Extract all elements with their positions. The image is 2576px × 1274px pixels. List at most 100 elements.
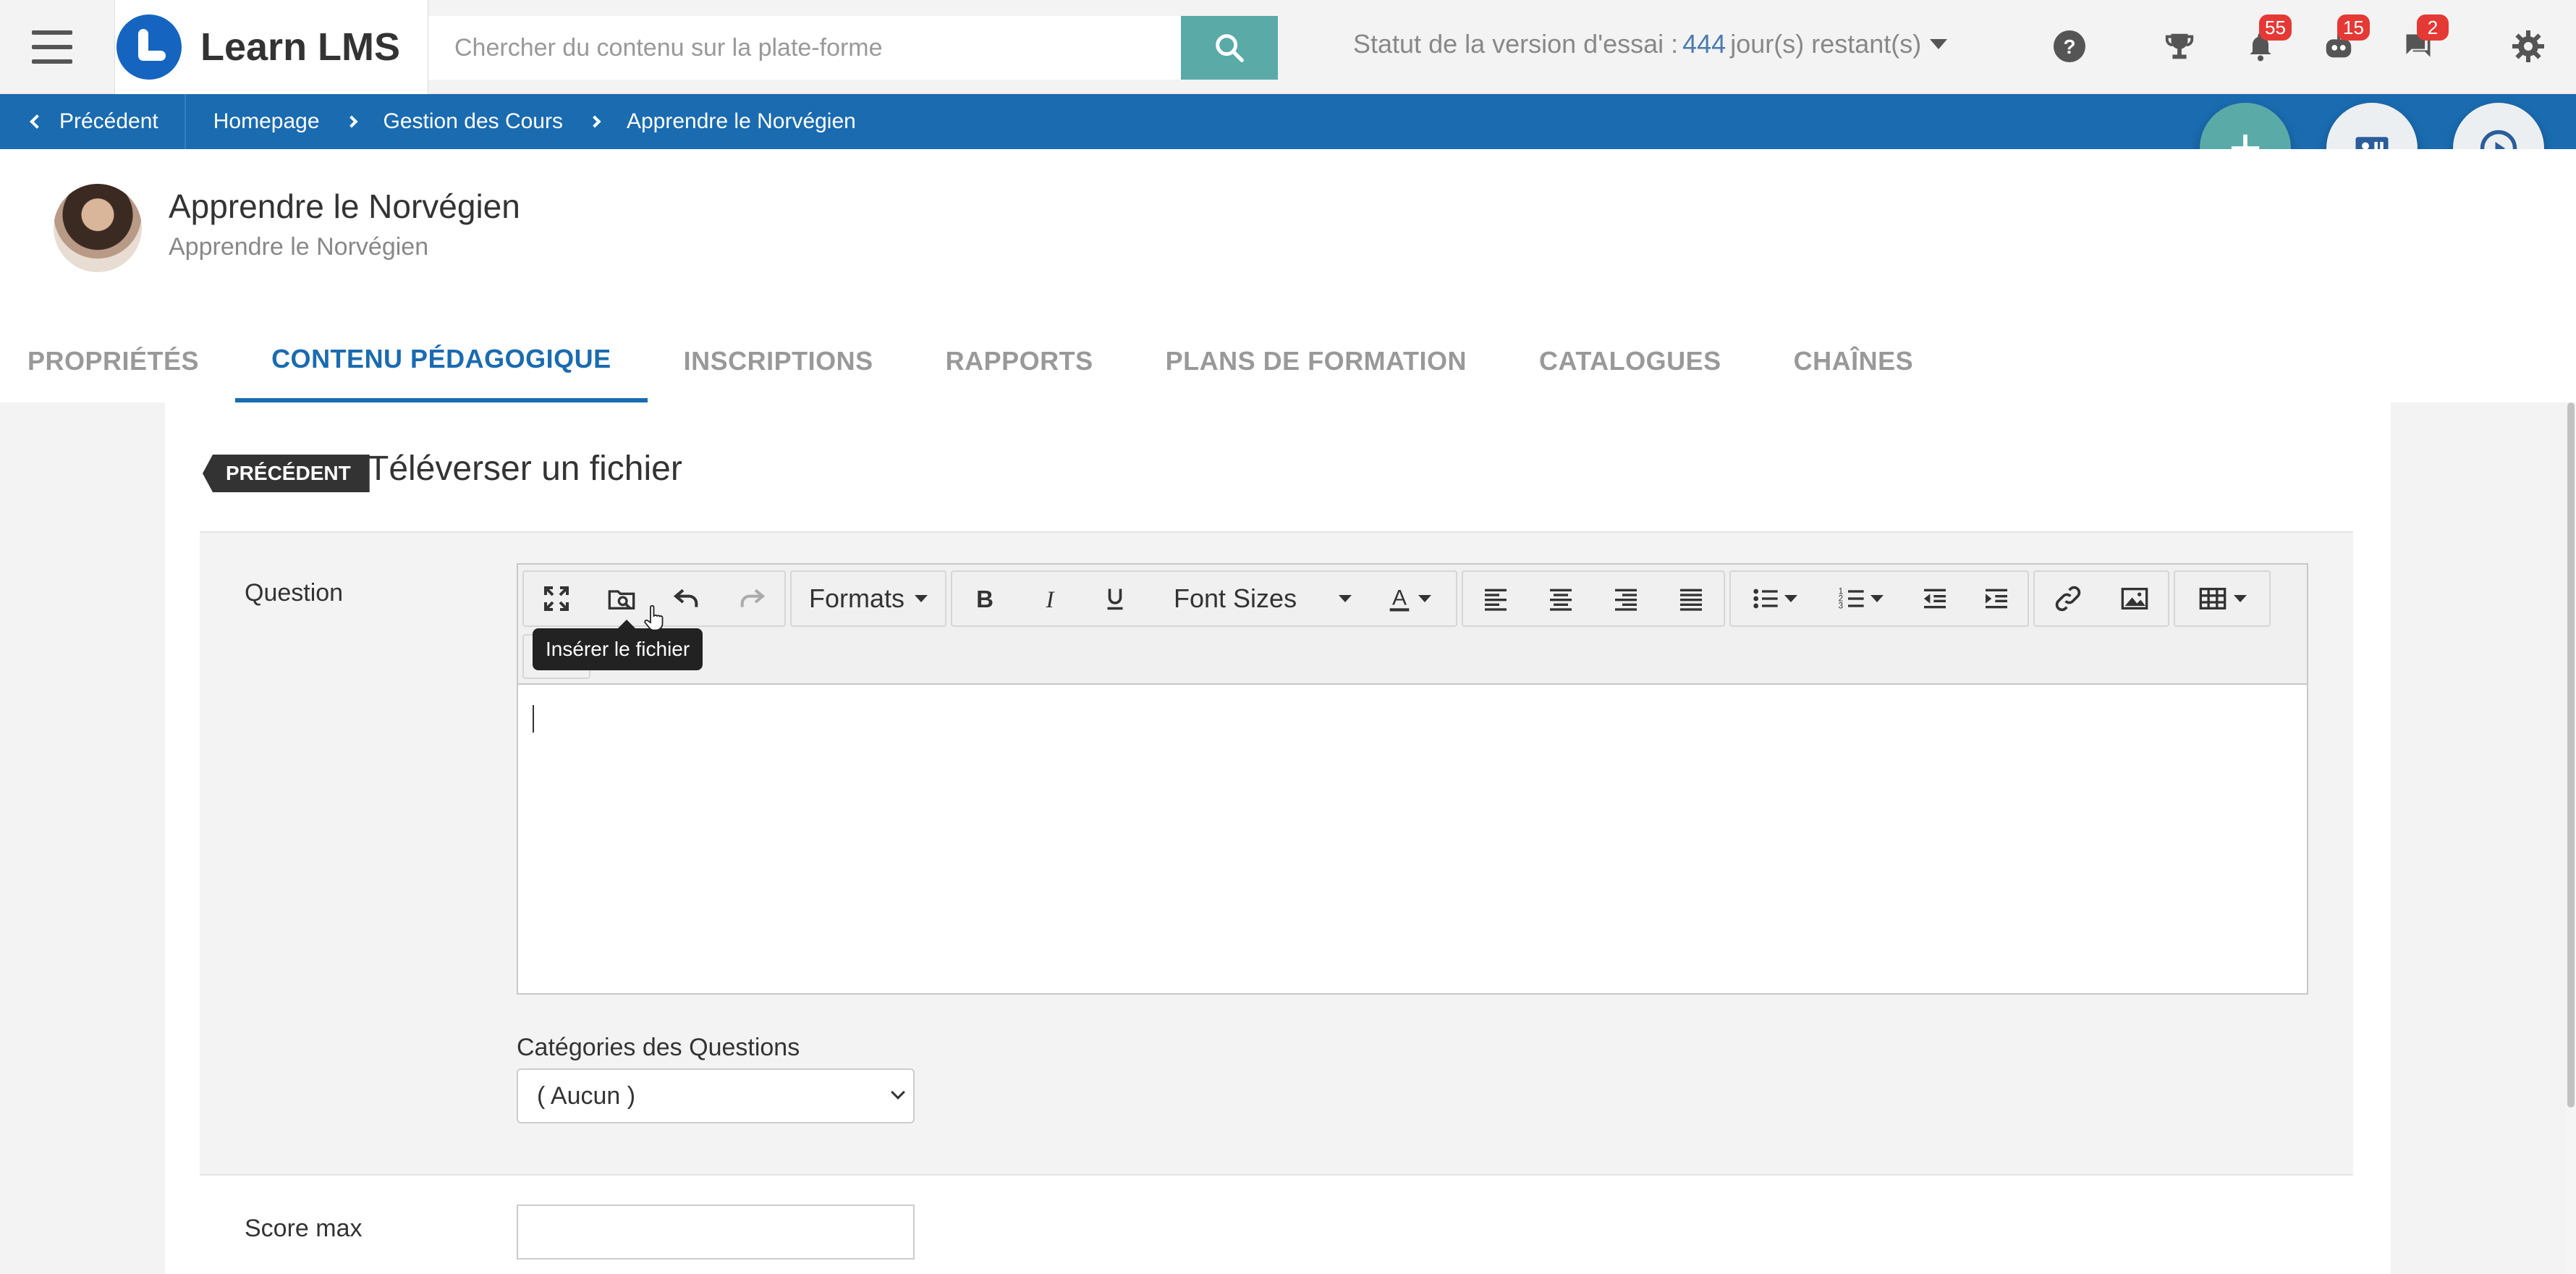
- caret-down-icon: [1418, 595, 1431, 602]
- robot-icon[interactable]: 15: [2321, 14, 2370, 64]
- search-button[interactable]: [1181, 16, 1278, 80]
- editor-content-area[interactable]: [518, 685, 2307, 993]
- trial-prefix: Statut de la version d'essai :: [1353, 29, 1679, 59]
- numbered-list-icon[interactable]: 123: [1817, 572, 1903, 625]
- bullet-list-icon[interactable]: [1731, 572, 1817, 625]
- table-dropdown[interactable]: [2174, 570, 2271, 627]
- toolbar-group-align: [1462, 570, 1725, 627]
- outdent-icon[interactable]: [1904, 572, 1966, 625]
- chevron-right-icon: [345, 115, 358, 128]
- insert-file-tooltip: Insérer le fichier: [533, 620, 703, 670]
- question-categories-label: Catégories des Questions: [517, 1034, 800, 1061]
- question-categories-select[interactable]: ( Aucun ): [517, 1068, 915, 1123]
- font-sizes-label: Font Sizes: [1174, 583, 1297, 613]
- max-score-label: Score max: [245, 1215, 363, 1242]
- formats-button: Formats: [792, 572, 945, 625]
- svg-text:B: B: [976, 586, 993, 612]
- caret-down-icon: [1339, 595, 1352, 602]
- course-header: Apprendre le Norvégien Apprendre le Norv…: [0, 149, 2576, 402]
- caret-down-icon: [1870, 595, 1884, 602]
- toolbar-group-insert: [2033, 570, 2169, 627]
- indent-icon[interactable]: [1965, 572, 2028, 625]
- search-icon: [1216, 34, 1244, 62]
- trophy-icon[interactable]: [2162, 29, 2197, 64]
- tab-properties[interactable]: PROPRIÉTÉS: [0, 320, 235, 402]
- course-avatar: [54, 184, 142, 272]
- font-sizes-dropdown[interactable]: Font Sizes: [1148, 572, 1365, 625]
- link-icon[interactable]: [2035, 572, 2101, 625]
- fullscreen-icon[interactable]: [524, 572, 589, 625]
- back-label: Précédent: [59, 109, 158, 133]
- italic-icon[interactable]: I: [1017, 572, 1082, 625]
- table-icon: [2175, 572, 2269, 625]
- tab-enrollments[interactable]: INSCRIPTIONS: [648, 320, 910, 402]
- notifications-badge: 55: [2259, 14, 2292, 41]
- svg-text:A: A: [1392, 586, 1407, 609]
- redo-icon[interactable]: [719, 572, 784, 625]
- hand-cursor-icon: [644, 605, 664, 631]
- question-label: Question: [245, 579, 344, 607]
- align-justify-icon[interactable]: [1658, 572, 1724, 625]
- tab-learning-content[interactable]: CONTENU PÉDAGOGIQUE: [235, 320, 648, 402]
- max-score-input[interactable]: [517, 1205, 915, 1260]
- search-input[interactable]: [428, 16, 1181, 80]
- question-form: Question Formats B I Font Sizes A 1 2 3 …: [200, 531, 2353, 1176]
- notifications-icon[interactable]: 55: [2243, 14, 2292, 64]
- scrollbar-thumb[interactable]: [2567, 402, 2575, 1108]
- breadcrumb-item-course-management[interactable]: Gestion des Cours: [384, 109, 563, 134]
- robot-badge: 15: [2337, 14, 2370, 41]
- trial-status[interactable]: Statut de la version d'essai : 444 jour(…: [1353, 29, 1948, 59]
- underline-icon[interactable]: [1082, 572, 1148, 625]
- svg-text:3: 3: [1839, 601, 1843, 610]
- toolbar-group-text: B I Font Sizes A: [951, 570, 1457, 627]
- help-icon[interactable]: ?: [2052, 29, 2087, 64]
- course-subtitle: Apprendre le Norvégien: [169, 233, 429, 261]
- course-title: Apprendre le Norvégien: [169, 187, 520, 225]
- align-left-icon[interactable]: [1463, 572, 1528, 625]
- svg-text:I: I: [1046, 587, 1056, 613]
- chevron-right-icon: [588, 115, 601, 128]
- align-right-icon[interactable]: [1593, 572, 1658, 625]
- align-center-icon[interactable]: [1528, 572, 1593, 625]
- svg-text:?: ?: [2063, 35, 2075, 58]
- tab-training-plans[interactable]: PLANS DE FORMATION: [1130, 320, 1503, 402]
- trial-suffix: jour(s) restant(s): [1730, 29, 1922, 59]
- main-card: PRÉCÉDENT Téléverser un fichier Question: [165, 402, 2391, 1274]
- caret-down-icon: [1930, 39, 1948, 49]
- search-bar: [428, 16, 1278, 80]
- caret-down-icon: [1784, 595, 1797, 602]
- course-tabs: PROPRIÉTÉS CONTENU PÉDAGOGIQUE INSCRIPTI…: [0, 320, 1949, 402]
- messages-badge: 2: [2417, 14, 2449, 41]
- section-title: Téléverser un fichier: [368, 450, 682, 488]
- breadcrumb-item-current[interactable]: Apprendre le Norvégien: [627, 109, 856, 134]
- top-bar: Learn LMS Statut de la version d'essai :…: [0, 0, 2576, 94]
- back-button[interactable]: Précédent: [0, 94, 186, 149]
- messages-icon[interactable]: 2: [2401, 14, 2449, 64]
- formats-label: Formats: [808, 583, 904, 613]
- brand[interactable]: Learn LMS: [114, 0, 428, 94]
- settings-gear-icon[interactable]: [2511, 29, 2546, 64]
- tab-channels[interactable]: CHAÎNES: [1758, 320, 1950, 402]
- caret-down-icon: [915, 595, 928, 602]
- menu-icon[interactable]: [32, 30, 72, 64]
- question-categories-value: ( Aucun ): [537, 1081, 636, 1110]
- text-color-icon[interactable]: A: [1365, 572, 1452, 625]
- caret-down-icon: [2234, 595, 2247, 602]
- rich-text-editor: Formats B I Font Sizes A 1 2 3 Insérer l…: [517, 563, 2308, 995]
- breadcrumb-item-homepage[interactable]: Homepage: [213, 109, 320, 134]
- brand-logo-icon: [116, 14, 182, 80]
- chevron-left-icon: [30, 114, 44, 129]
- image-icon[interactable]: [2101, 572, 2168, 625]
- editor-toolbar: Formats B I Font Sizes A 1 2 3 Insérer l…: [518, 565, 2307, 685]
- tab-catalogs[interactable]: CATALOGUES: [1503, 320, 1758, 402]
- bold-icon[interactable]: B: [952, 572, 1017, 625]
- previous-tag-button[interactable]: PRÉCÉDENT: [203, 455, 370, 492]
- chevron-down-icon: [891, 1085, 905, 1100]
- toolbar-group-lists: 123: [1729, 570, 2029, 627]
- trial-days: 444: [1682, 29, 1726, 59]
- scrollbar[interactable]: [2566, 402, 2576, 1274]
- tab-reports[interactable]: RAPPORTS: [910, 320, 1130, 402]
- brand-name: Learn LMS: [200, 25, 401, 69]
- text-caret: [533, 705, 534, 733]
- formats-dropdown[interactable]: Formats: [790, 570, 946, 627]
